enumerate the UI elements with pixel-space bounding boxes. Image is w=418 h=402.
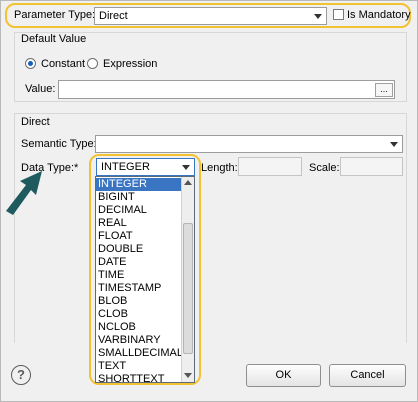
- data-type-option[interactable]: SMALLDECIMAL: [96, 347, 183, 360]
- data-type-option[interactable]: DATE: [96, 256, 181, 269]
- data-type-option[interactable]: BIGINT: [96, 191, 181, 204]
- data-type-option[interactable]: SHORTTEXT: [96, 373, 181, 386]
- data-type-option[interactable]: CLOB: [96, 308, 181, 321]
- chevron-down-icon: [390, 142, 398, 147]
- scale-input[interactable]: [340, 157, 403, 176]
- value-label: Value:: [25, 83, 56, 95]
- parameter-type-dropdown[interactable]: Direct: [94, 7, 327, 25]
- data-type-option[interactable]: REAL: [96, 217, 181, 230]
- cancel-button[interactable]: Cancel: [329, 364, 406, 387]
- data-type-option[interactable]: TIMESTAMP: [96, 282, 181, 295]
- data-type-listbox[interactable]: INTEGER BIGINT DECIMAL REAL FLOAT DOUBLE DATE T…: [95, 176, 195, 386]
- length-label: Length:: [201, 162, 238, 174]
- scroll-thumb[interactable]: [183, 223, 193, 354]
- ok-button[interactable]: OK: [246, 364, 321, 387]
- default-value-title: Default Value: [21, 33, 87, 45]
- data-type-option[interactable]: TIME: [96, 269, 181, 282]
- browse-button-label: ...: [380, 84, 388, 94]
- help-icon[interactable]: ?: [11, 365, 31, 385]
- parameter-type-value: Direct: [99, 10, 128, 22]
- scroll-up-icon[interactable]: [182, 177, 194, 189]
- data-type-option[interactable]: DOUBLE: [96, 243, 181, 256]
- data-type-option[interactable]: INTEGER: [96, 178, 181, 191]
- help-glyph: ?: [17, 367, 25, 382]
- constant-radio[interactable]: [25, 58, 36, 69]
- semantic-type-dropdown[interactable]: [95, 135, 403, 153]
- chevron-down-icon: [182, 165, 190, 170]
- listbox-scrollbar[interactable]: [181, 177, 194, 382]
- data-type-value: INTEGER: [101, 161, 150, 173]
- length-input[interactable]: [238, 157, 302, 176]
- data-type-option[interactable]: DECIMAL: [96, 204, 181, 217]
- data-type-dropdown[interactable]: INTEGER: [96, 158, 195, 176]
- scale-label: Scale:: [309, 162, 340, 174]
- value-input[interactable]: [58, 80, 395, 99]
- data-type-option[interactable]: BLOB: [96, 295, 181, 308]
- data-type-option[interactable]: VARBINARY: [96, 334, 181, 347]
- data-type-option[interactable]: TEXT: [96, 360, 181, 373]
- data-type-option[interactable]: NCLOB: [96, 321, 181, 334]
- expression-label[interactable]: Expression: [103, 58, 157, 70]
- pointer-arrow-icon: [6, 171, 42, 215]
- cancel-button-label: Cancel: [350, 369, 385, 381]
- parameter-type-label: Parameter Type:: [14, 9, 96, 21]
- ok-button-label: OK: [275, 369, 292, 381]
- expression-radio[interactable]: [87, 58, 98, 69]
- browse-button[interactable]: ...: [375, 83, 393, 97]
- semantic-type-label: Semantic Type:: [21, 138, 97, 150]
- scroll-down-icon[interactable]: [182, 369, 194, 381]
- constant-label[interactable]: Constant: [41, 58, 85, 70]
- direct-title: Direct: [21, 116, 50, 128]
- data-type-option[interactable]: FLOAT: [96, 230, 181, 243]
- chevron-down-icon: [314, 14, 322, 19]
- is-mandatory-checkbox[interactable]: [333, 9, 344, 20]
- is-mandatory-label[interactable]: Is Mandatory: [347, 9, 411, 21]
- data-type-options: INTEGER BIGINT DECIMAL REAL FLOAT DOUBLE DATE T…: [96, 178, 183, 386]
